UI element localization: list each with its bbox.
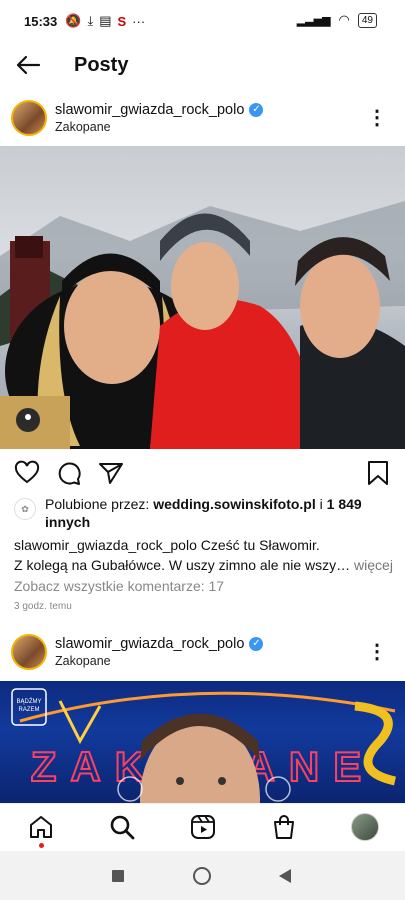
app-s-icon: S <box>117 13 127 29</box>
share-send-icon[interactable] <box>98 460 124 486</box>
muted-icon: 🔕 <box>65 13 82 28</box>
avatar[interactable] <box>11 100 47 136</box>
shop-bag-icon[interactable] <box>271 814 297 840</box>
reels-icon[interactable] <box>190 814 216 840</box>
home-circle-icon[interactable] <box>193 867 211 885</box>
more-options-icon[interactable]: ⋮ <box>367 642 387 662</box>
status-notification-icons: 🔕 ⤓ ▤ S ··· <box>65 13 145 29</box>
post-actions <box>0 458 405 490</box>
likes-tail[interactable]: innych <box>45 514 90 530</box>
more-options-icon[interactable]: ⋮ <box>367 108 387 128</box>
post-caption: slawomir_gwiazda_rock_polo Cześć tu Sław… <box>14 535 394 575</box>
post-photo[interactable]: BĄDŹMY RAZEM ZAKOPANE <box>0 681 405 803</box>
recents-square-icon[interactable] <box>112 870 124 882</box>
bottom-navigation <box>0 803 405 852</box>
likes-summary[interactable]: ✿ Polubione przez: wedding.sowinskifoto.… <box>14 495 394 531</box>
badge-line-1: BĄDŹMY <box>16 698 41 705</box>
post-location[interactable]: Zakopane <box>55 120 263 134</box>
caption-username[interactable]: slawomir_gwiazda_rock_polo <box>14 537 197 553</box>
verified-icon: ✓ <box>249 637 264 651</box>
badge-line-2: RAZEM <box>19 707 40 713</box>
likes-prefix: Polubione przez: <box>45 496 150 512</box>
back-arrow-icon[interactable] <box>14 51 42 79</box>
profile-avatar[interactable] <box>351 813 379 841</box>
post-timestamp: 3 godz. temu <box>14 601 72 612</box>
liker-avatar: ✿ <box>14 498 36 520</box>
search-icon[interactable] <box>109 814 135 840</box>
post-photo[interactable] <box>0 146 405 449</box>
likes-suffix: i <box>319 496 323 512</box>
home-icon[interactable] <box>28 814 54 840</box>
system-navigation-bar <box>0 851 405 900</box>
like-heart-icon[interactable] <box>14 460 40 486</box>
post-username-row[interactable]: slawomir_gwiazda_rock_polo ✓ <box>55 102 264 118</box>
back-triangle-icon[interactable] <box>278 868 292 884</box>
caption-line-1: Cześć tu Sławomir. <box>200 537 320 553</box>
top-bar: Posty <box>0 42 405 88</box>
status-time: 15:33 <box>24 13 58 29</box>
news-icon: ▤ <box>99 13 112 28</box>
poster-photo: BĄDŹMY RAZEM ZAKOPANE <box>11 688 397 803</box>
post-header: slawomir_gwiazda_rock_polo ✓ Zakopane ⋮ <box>0 92 405 144</box>
avatar[interactable] <box>11 634 47 670</box>
post-header: slawomir_gwiazda_rock_polo ✓ Zakopane ⋮ <box>0 626 405 678</box>
caption-more-link[interactable]: więcej <box>354 557 393 573</box>
verified-icon: ✓ <box>249 103 264 117</box>
post-location[interactable]: Zakopane <box>55 654 263 668</box>
more-dots-icon: ··· <box>132 13 146 29</box>
comment-icon[interactable] <box>56 460 82 486</box>
caption-line-2: Z kolegą na Gubałówce. W uszy zimno ale … <box>14 557 351 573</box>
status-bar: 15:33 🔕 ⤓ ▤ S ··· ▂▃▅▆ ◠ 49 <box>0 0 405 42</box>
download-icon: ⤓ <box>87 13 94 28</box>
home-notification-dot <box>39 843 44 848</box>
page-title: Posty <box>74 53 129 76</box>
post-username[interactable]: slawomir_gwiazda_rock_polo <box>55 102 244 118</box>
selfie-photo <box>0 201 405 449</box>
post-username-row[interactable]: slawomir_gwiazda_rock_polo ✓ <box>55 636 264 652</box>
likes-count[interactable]: 1 849 <box>327 496 362 512</box>
likes-user[interactable]: wedding.sowinskifoto.pl <box>153 496 316 512</box>
bookmark-icon[interactable] <box>366 460 390 486</box>
view-comments-link[interactable]: Zobacz wszystkie komentarze: 17 <box>14 578 224 594</box>
wifi-icon: ◠ <box>338 12 350 27</box>
battery-indicator: 49 <box>357 12 377 28</box>
post-username[interactable]: slawomir_gwiazda_rock_polo <box>55 636 244 652</box>
signal-icon: ▂▃▅▆ <box>296 14 331 27</box>
